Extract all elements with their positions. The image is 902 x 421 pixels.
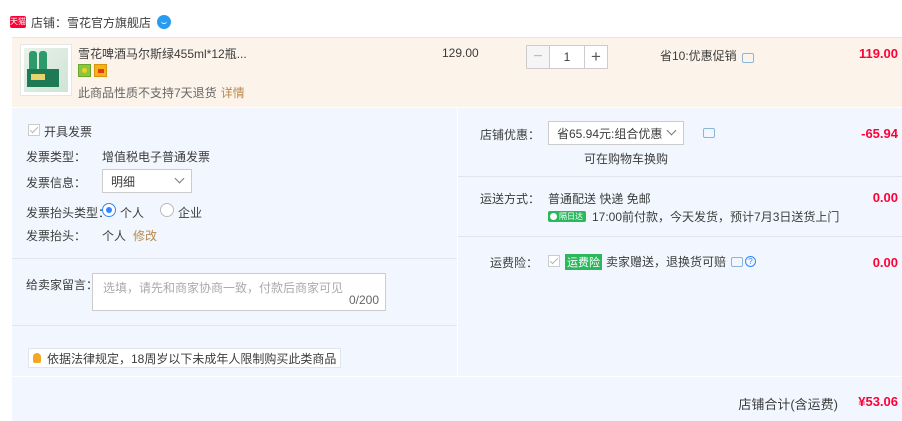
message-placeholder: 选填，请先和商家协商一致，付款后商家可见 <box>103 281 344 295</box>
age-restriction-notice: 依据法律规定，18周岁以下未成年人限制购买此类商品 <box>28 348 342 368</box>
invoice-title-label: 发票抬头： <box>26 229 87 243</box>
shop-total-bar: 店铺合计(含运费) ¥53.06 <box>12 377 902 421</box>
invoice-info-label: 发票信息： <box>26 176 87 190</box>
insurance-desc: 卖家赠送，退换货可赔 <box>606 255 727 269</box>
message-icon[interactable] <box>731 256 744 267</box>
invoice-info-select[interactable]: 明细 <box>102 169 192 193</box>
chevron-down-icon <box>666 125 677 136</box>
help-icon[interactable]: ? <box>745 256 757 267</box>
invoice-type-value: 增值税电子普通发票 <box>102 150 211 164</box>
insurance-amount: 0.00 <box>872 255 898 270</box>
invoice-message-panel: 开具发票 发票类型： 增值税电子普通发票 发票信息： 明细 发票抬头类型： 个人… <box>12 108 457 376</box>
shop-coupon-label: 店铺优惠： <box>480 128 541 142</box>
shop-total-amount: ¥53.06 <box>858 394 898 409</box>
return-policy-note: 此商品性质不支持7天退货 详情 <box>78 84 245 101</box>
shop-coupon-hint: 可在购物车换购 <box>584 152 669 166</box>
decrease-quantity-button[interactable]: − <box>526 45 550 69</box>
shop-name[interactable]: 店铺：雪花官方旗舰店 <box>31 14 151 31</box>
edit-invoice-title-link[interactable]: 修改 <box>133 227 157 244</box>
seller-message-input[interactable]: 选填，请先和商家协商一致，付款后商家可见 0/200 <box>92 273 386 311</box>
clock-icon <box>550 213 557 220</box>
product-thumbnail[interactable] <box>20 44 72 96</box>
invoice-type-label: 发票类型： <box>26 150 87 164</box>
insurance-label: 运费险： <box>490 256 539 270</box>
unit-price: 129.00 <box>442 46 479 60</box>
shop-coupon-amount: -65.94 <box>861 126 898 141</box>
insurance-tag: 运费险 <box>565 253 602 270</box>
age-restriction-text: 依据法律规定，18周岁以下未成年人限制购买此类商品 <box>47 351 337 366</box>
message-icon[interactable] <box>741 52 754 63</box>
insurance-row: 运费险 卖家赠送，退换货可赔 ? <box>565 253 757 270</box>
details-link[interactable]: 详情 <box>221 86 245 100</box>
quantity-stepper: − 1 + <box>526 45 608 69</box>
item-promotion: 省10:优惠促销 <box>660 47 754 64</box>
chevron-down-icon <box>174 173 185 184</box>
radio-company-label[interactable]: 企业 <box>178 204 202 221</box>
radio-company[interactable] <box>160 203 174 217</box>
insurance-checkbox[interactable] <box>548 255 560 267</box>
increase-quantity-button[interactable]: + <box>584 45 608 69</box>
open-invoice-label: 开具发票 <box>44 125 93 139</box>
shipping-method: 普通配送 快递 免邮 <box>548 192 651 206</box>
open-invoice-checkbox[interactable] <box>28 124 40 136</box>
shipping-eta-row: 隔日达 17:00前付款，今天发货，预计7月3日送货上门 <box>548 208 839 225</box>
service-icons <box>78 64 107 77</box>
next-day-badge-text: 隔日达 <box>559 212 583 221</box>
quantity-input[interactable]: 1 <box>550 45 584 69</box>
invoice-title-value: 个人 <box>102 229 127 243</box>
radio-personal-label[interactable]: 个人 <box>120 204 144 221</box>
lightbulb-icon <box>33 353 41 363</box>
message-icon[interactable] <box>703 128 715 138</box>
promotion-text: 省10:优惠促销 <box>660 49 737 63</box>
wangwang-chat-icon[interactable] <box>157 15 172 29</box>
message-label: 给卖家留言： <box>26 278 99 292</box>
shop-coupon-select[interactable]: 省65.94元:组合优惠 <box>548 121 684 145</box>
invoice-info-value: 明细 <box>111 174 136 189</box>
item-total-price: 119.00 <box>858 46 898 61</box>
next-day-badge: 隔日达 <box>548 211 586 222</box>
product-title[interactable]: 雪花啤酒马尔斯绿455ml*12瓶... <box>78 45 247 62</box>
order-summary-panel: 店铺优惠： 省65.94元:组合优惠 可在购物车换购 -65.94 运送方式： … <box>458 108 902 376</box>
message-char-counter: 0/200 <box>348 293 379 307</box>
credit-card-icon[interactable] <box>94 64 107 77</box>
shipping-eta: 17:00前付款，今天发货，预计7月3日送货上门 <box>592 210 840 224</box>
shop-total-label: 店铺合计(含运费) <box>738 397 838 412</box>
cart-item-row: 雪花啤酒马尔斯绿455ml*12瓶... 此商品性质不支持7天退货 详情 129.… <box>12 37 902 107</box>
tmall-logo-icon: 天猫 <box>10 16 26 28</box>
shop-header: 天猫 店铺：雪花官方旗舰店 <box>10 12 172 32</box>
invoice-title-type-label: 发票抬头类型： <box>26 206 111 220</box>
shipping-amount: 0.00 <box>872 190 898 205</box>
radio-personal[interactable] <box>102 203 116 217</box>
shop-coupon-selected: 省65.94元:组合优惠 <box>557 126 663 141</box>
guarantee-icon[interactable] <box>78 64 91 77</box>
shipping-label: 运送方式： <box>480 192 541 206</box>
return-policy-text: 此商品性质不支持7天退货 <box>78 86 217 100</box>
